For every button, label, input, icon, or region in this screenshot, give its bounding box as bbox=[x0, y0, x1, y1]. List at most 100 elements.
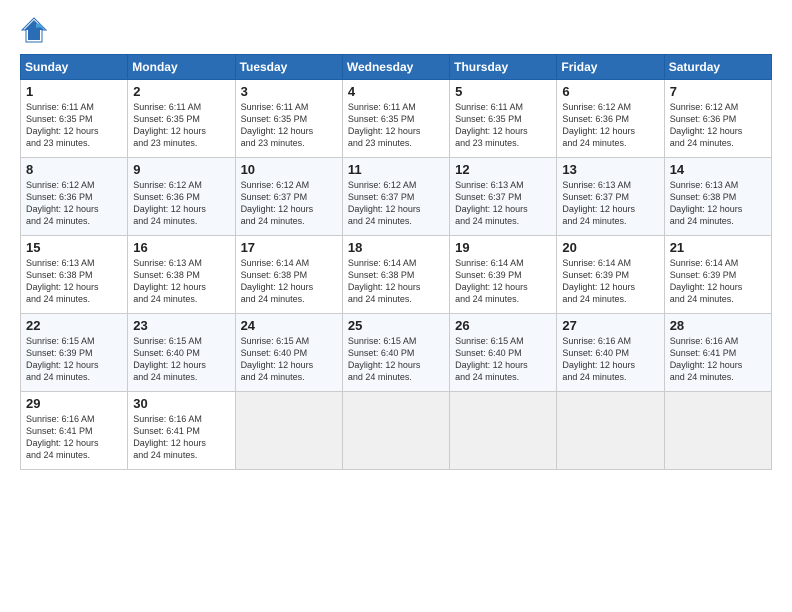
cell-text: Sunrise: 6:16 AMSunset: 6:41 PMDaylight:… bbox=[26, 413, 122, 462]
calendar-cell: 15 Sunrise: 6:13 AMSunset: 6:38 PMDayligh… bbox=[21, 236, 128, 314]
cell-text: Sunrise: 6:11 AMSunset: 6:35 PMDaylight:… bbox=[455, 101, 551, 150]
cell-text: Sunrise: 6:14 AMSunset: 6:38 PMDaylight:… bbox=[348, 257, 444, 306]
calendar-cell bbox=[235, 392, 342, 470]
calendar-cell bbox=[557, 392, 664, 470]
cell-text: Sunrise: 6:14 AMSunset: 6:39 PMDaylight:… bbox=[670, 257, 766, 306]
calendar-cell: 11 Sunrise: 6:12 AMSunset: 6:37 PMDayligh… bbox=[342, 158, 449, 236]
day-number: 18 bbox=[348, 240, 444, 255]
cell-text: Sunrise: 6:16 AMSunset: 6:40 PMDaylight:… bbox=[562, 335, 658, 384]
day-number: 7 bbox=[670, 84, 766, 99]
cell-text: Sunrise: 6:13 AMSunset: 6:38 PMDaylight:… bbox=[670, 179, 766, 228]
calendar-cell: 6 Sunrise: 6:12 AMSunset: 6:36 PMDaylight… bbox=[557, 80, 664, 158]
calendar-cell: 18 Sunrise: 6:14 AMSunset: 6:38 PMDayligh… bbox=[342, 236, 449, 314]
logo-icon bbox=[20, 16, 48, 44]
weekday-header-thursday: Thursday bbox=[450, 55, 557, 80]
cell-text: Sunrise: 6:12 AMSunset: 6:36 PMDaylight:… bbox=[670, 101, 766, 150]
calendar-cell: 19Sunrise: 6:14 AMSunset: 6:39 PMDayligh… bbox=[450, 236, 557, 314]
day-number: 29 bbox=[26, 396, 122, 411]
cell-text: Sunrise: 6:15 AMSunset: 6:40 PMDaylight:… bbox=[241, 335, 337, 384]
calendar-cell: 28Sunrise: 6:16 AMSunset: 6:41 PMDayligh… bbox=[664, 314, 771, 392]
page: SundayMondayTuesdayWednesdayThursdayFrid… bbox=[0, 0, 792, 612]
calendar-cell: 16 Sunrise: 6:13 AMSunset: 6:38 PMDayligh… bbox=[128, 236, 235, 314]
logo bbox=[20, 16, 52, 44]
calendar-week-5: 29 Sunrise: 6:16 AMSunset: 6:41 PMDayligh… bbox=[21, 392, 772, 470]
cell-text: Sunrise: 6:14 AMSunset: 6:39 PMDaylight:… bbox=[455, 257, 551, 306]
cell-text: Sunrise: 6:13 AMSunset: 6:38 PMDaylight:… bbox=[133, 257, 229, 306]
calendar-cell: 2 Sunrise: 6:11 AMSunset: 6:35 PMDaylight… bbox=[128, 80, 235, 158]
cell-text: Sunrise: 6:15 AMSunset: 6:40 PMDaylight:… bbox=[133, 335, 229, 384]
calendar-cell: 29 Sunrise: 6:16 AMSunset: 6:41 PMDayligh… bbox=[21, 392, 128, 470]
day-number: 30 bbox=[133, 396, 229, 411]
calendar-cell: 12 Sunrise: 6:13 AMSunset: 6:37 PMDayligh… bbox=[450, 158, 557, 236]
day-number: 11 bbox=[348, 162, 444, 177]
weekday-header-saturday: Saturday bbox=[664, 55, 771, 80]
calendar-week-2: 8 Sunrise: 6:12 AMSunset: 6:36 PMDaylight… bbox=[21, 158, 772, 236]
day-number: 12 bbox=[455, 162, 551, 177]
cell-text: Sunrise: 6:11 AMSunset: 6:35 PMDaylight:… bbox=[348, 101, 444, 150]
calendar-cell: 1 Sunrise: 6:11 AMSunset: 6:35 PMDaylight… bbox=[21, 80, 128, 158]
weekday-header-friday: Friday bbox=[557, 55, 664, 80]
day-number: 16 bbox=[133, 240, 229, 255]
cell-text: Sunrise: 6:14 AMSunset: 6:39 PMDaylight:… bbox=[562, 257, 658, 306]
calendar-cell: 21 Sunrise: 6:14 AMSunset: 6:39 PMDayligh… bbox=[664, 236, 771, 314]
calendar-cell bbox=[450, 392, 557, 470]
day-number: 3 bbox=[241, 84, 337, 99]
calendar-cell: 3 Sunrise: 6:11 AMSunset: 6:35 PMDaylight… bbox=[235, 80, 342, 158]
calendar-cell: 25Sunrise: 6:15 AMSunset: 6:40 PMDayligh… bbox=[342, 314, 449, 392]
calendar-cell: 26 Sunrise: 6:15 AMSunset: 6:40 PMDayligh… bbox=[450, 314, 557, 392]
cell-text: Sunrise: 6:13 AMSunset: 6:37 PMDaylight:… bbox=[455, 179, 551, 228]
calendar-cell: 4 Sunrise: 6:11 AMSunset: 6:35 PMDaylight… bbox=[342, 80, 449, 158]
calendar-cell bbox=[342, 392, 449, 470]
cell-text: Sunrise: 6:16 AMSunset: 6:41 PMDaylight:… bbox=[670, 335, 766, 384]
day-number: 6 bbox=[562, 84, 658, 99]
weekday-header-wednesday: Wednesday bbox=[342, 55, 449, 80]
day-number: 2 bbox=[133, 84, 229, 99]
cell-text: Sunrise: 6:12 AMSunset: 6:36 PMDaylight:… bbox=[26, 179, 122, 228]
weekday-header-sunday: Sunday bbox=[21, 55, 128, 80]
calendar-cell: 30 Sunrise: 6:16 AMSunset: 6:41 PMDayligh… bbox=[128, 392, 235, 470]
cell-text: Sunrise: 6:15 AMSunset: 6:40 PMDaylight:… bbox=[348, 335, 444, 384]
calendar-week-1: 1 Sunrise: 6:11 AMSunset: 6:35 PMDaylight… bbox=[21, 80, 772, 158]
cell-text: Sunrise: 6:11 AMSunset: 6:35 PMDaylight:… bbox=[26, 101, 122, 150]
day-number: 26 bbox=[455, 318, 551, 333]
cell-text: Sunrise: 6:13 AMSunset: 6:37 PMDaylight:… bbox=[562, 179, 658, 228]
cell-text: Sunrise: 6:16 AMSunset: 6:41 PMDaylight:… bbox=[133, 413, 229, 462]
cell-text: Sunrise: 6:12 AMSunset: 6:37 PMDaylight:… bbox=[241, 179, 337, 228]
day-number: 4 bbox=[348, 84, 444, 99]
day-number: 21 bbox=[670, 240, 766, 255]
cell-text: Sunrise: 6:11 AMSunset: 6:35 PMDaylight:… bbox=[241, 101, 337, 150]
calendar-cell: 8 Sunrise: 6:12 AMSunset: 6:36 PMDaylight… bbox=[21, 158, 128, 236]
cell-text: Sunrise: 6:13 AMSunset: 6:38 PMDaylight:… bbox=[26, 257, 122, 306]
cell-text: Sunrise: 6:12 AMSunset: 6:37 PMDaylight:… bbox=[348, 179, 444, 228]
day-number: 20 bbox=[562, 240, 658, 255]
calendar-cell: 20 Sunrise: 6:14 AMSunset: 6:39 PMDayligh… bbox=[557, 236, 664, 314]
calendar-cell: 27 Sunrise: 6:16 AMSunset: 6:40 PMDayligh… bbox=[557, 314, 664, 392]
weekday-header-tuesday: Tuesday bbox=[235, 55, 342, 80]
day-number: 15 bbox=[26, 240, 122, 255]
cell-text: Sunrise: 6:14 AMSunset: 6:38 PMDaylight:… bbox=[241, 257, 337, 306]
weekday-header-monday: Monday bbox=[128, 55, 235, 80]
calendar-cell: 17Sunrise: 6:14 AMSunset: 6:38 PMDayligh… bbox=[235, 236, 342, 314]
day-number: 8 bbox=[26, 162, 122, 177]
day-number: 27 bbox=[562, 318, 658, 333]
calendar-cell: 24 Sunrise: 6:15 AMSunset: 6:40 PMDayligh… bbox=[235, 314, 342, 392]
calendar-week-3: 15 Sunrise: 6:13 AMSunset: 6:38 PMDayligh… bbox=[21, 236, 772, 314]
weekday-header-row: SundayMondayTuesdayWednesdayThursdayFrid… bbox=[21, 55, 772, 80]
calendar-cell: 10Sunrise: 6:12 AMSunset: 6:37 PMDayligh… bbox=[235, 158, 342, 236]
day-number: 14 bbox=[670, 162, 766, 177]
cell-text: Sunrise: 6:11 AMSunset: 6:35 PMDaylight:… bbox=[133, 101, 229, 150]
cell-text: Sunrise: 6:15 AMSunset: 6:39 PMDaylight:… bbox=[26, 335, 122, 384]
calendar-cell bbox=[664, 392, 771, 470]
day-number: 9 bbox=[133, 162, 229, 177]
day-number: 5 bbox=[455, 84, 551, 99]
calendar-cell: 22Sunrise: 6:15 AMSunset: 6:39 PMDayligh… bbox=[21, 314, 128, 392]
day-number: 24 bbox=[241, 318, 337, 333]
cell-text: Sunrise: 6:12 AMSunset: 6:36 PMDaylight:… bbox=[562, 101, 658, 150]
calendar-week-4: 22Sunrise: 6:15 AMSunset: 6:39 PMDayligh… bbox=[21, 314, 772, 392]
header bbox=[20, 16, 772, 44]
cell-text: Sunrise: 6:15 AMSunset: 6:40 PMDaylight:… bbox=[455, 335, 551, 384]
calendar-cell: 23Sunrise: 6:15 AMSunset: 6:40 PMDayligh… bbox=[128, 314, 235, 392]
day-number: 13 bbox=[562, 162, 658, 177]
day-number: 1 bbox=[26, 84, 122, 99]
calendar-cell: 14 Sunrise: 6:13 AMSunset: 6:38 PMDayligh… bbox=[664, 158, 771, 236]
